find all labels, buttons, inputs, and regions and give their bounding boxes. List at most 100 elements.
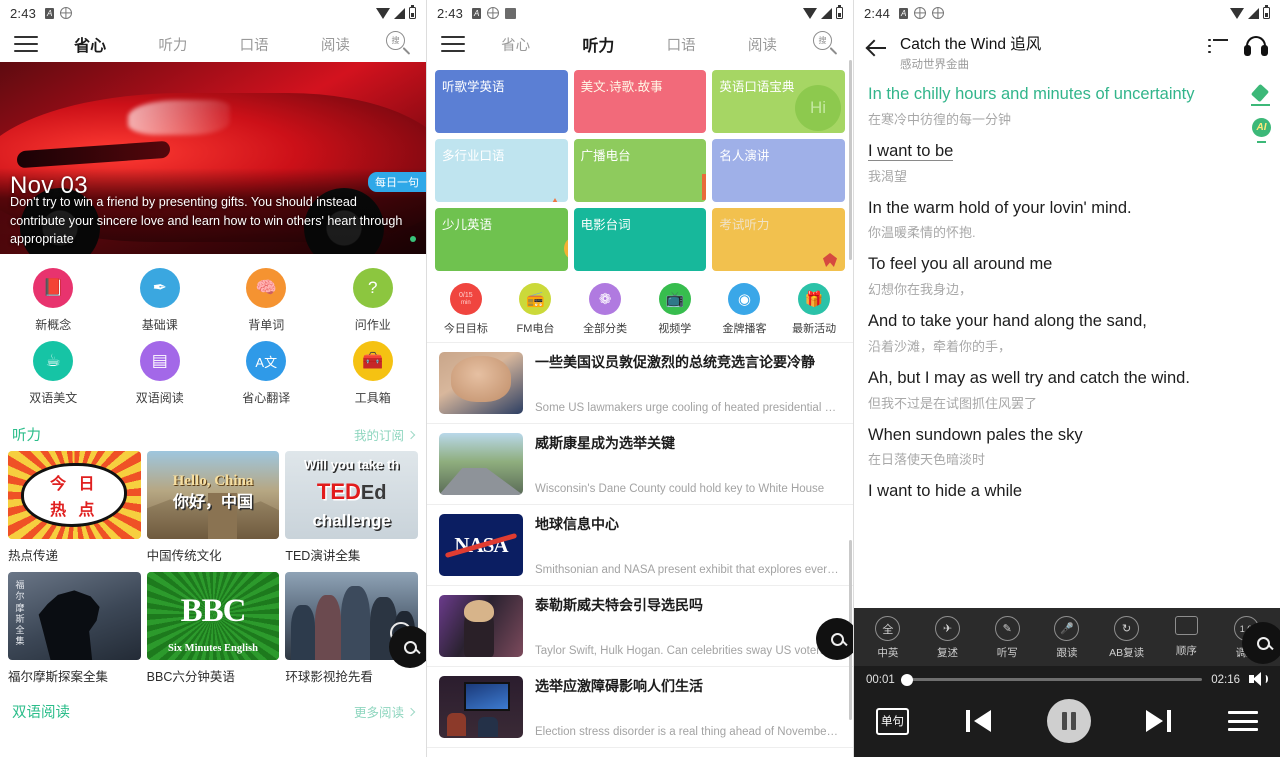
panel-lyrics-player: 2:44 Catch the Wind 追风 感动世界金曲 bbox=[854, 0, 1280, 757]
news-item[interactable]: 威斯康星成为选举关键 Wisconsin's Dane County could… bbox=[427, 424, 853, 505]
feature-bilingual-essay[interactable]: ☕ 双语美文 bbox=[0, 341, 107, 406]
status-right-icons bbox=[1230, 5, 1270, 19]
tool-dictation[interactable]: ✎ 听写 bbox=[979, 616, 1035, 660]
tile-learn-by-songs[interactable]: 听歌学英语 ♪ bbox=[435, 70, 568, 133]
news-item[interactable]: 选举应激障碍影响人们生活 Election stress disorder is… bbox=[427, 667, 853, 748]
card-chinese-culture[interactable]: Hello, China 你好，中国 中国传统文化 bbox=[146, 451, 280, 564]
feature-basic-course[interactable]: ✒ 基础课 bbox=[107, 268, 214, 333]
card-thumbnail: Hello, China 你好，中国 bbox=[146, 451, 280, 539]
tab-reading[interactable]: 阅读 bbox=[321, 34, 350, 55]
wifi-icon bbox=[803, 7, 817, 19]
daily-banner[interactable]: 每日一句 Nov 03 Don't try to win a friend by… bbox=[0, 62, 426, 254]
tile-industry-speaking[interactable]: 多行业口语 bbox=[435, 139, 568, 202]
lyric-line[interactable]: I want to be 我渴望 bbox=[868, 141, 1266, 185]
headphone-icon[interactable] bbox=[1244, 36, 1268, 56]
tab-listening[interactable]: 听力 bbox=[158, 34, 187, 55]
tile-essays-poems-stories[interactable]: 美文.诗歌.故事 bbox=[573, 70, 707, 133]
menu-icon[interactable] bbox=[1228, 711, 1258, 731]
quick-label: 全部分类 bbox=[583, 323, 628, 335]
quick-gold-podcast[interactable]: ◉ 金牌播客 bbox=[713, 283, 775, 336]
quick-latest-events[interactable]: 🎁 最新活动 bbox=[783, 283, 845, 336]
back-arrow-icon[interactable] bbox=[866, 37, 888, 59]
tab-speaking[interactable]: 口语 bbox=[667, 34, 696, 55]
order-icon bbox=[1174, 616, 1198, 635]
search-icon[interactable]: 搜 bbox=[386, 31, 412, 57]
news-thumbnail bbox=[439, 433, 523, 495]
status-time: 2:43 bbox=[437, 5, 464, 21]
next-button[interactable] bbox=[1144, 708, 1174, 734]
feature-ask-homework[interactable]: ? 问作业 bbox=[320, 268, 427, 333]
tab-shengxin[interactable]: 省心 bbox=[501, 34, 530, 55]
feature-new-concept[interactable]: 📕 新概念 bbox=[0, 268, 107, 333]
news-item[interactable]: 一些美国议员敦促激烈的总统竞选言论要冷静 Some US lawmakers u… bbox=[427, 343, 853, 424]
tv-icon: 📺 bbox=[658, 283, 691, 315]
lyric-line[interactable]: In the warm hold of your lovin' mind. 你温… bbox=[868, 198, 1266, 242]
header-actions bbox=[1208, 36, 1268, 56]
lyric-line[interactable]: To feel you all around me 幻想你在我身边， bbox=[868, 254, 1266, 298]
feature-translate[interactable]: A文 省心翻译 bbox=[213, 341, 320, 406]
prev-button[interactable] bbox=[963, 708, 993, 734]
tile-movie-lines[interactable]: 电影台词 bbox=[573, 208, 707, 271]
search-icon[interactable]: 搜 bbox=[813, 31, 839, 57]
search-fab[interactable] bbox=[389, 626, 426, 668]
tab-reading[interactable]: 阅读 bbox=[748, 34, 777, 55]
loop-mode-button[interactable]: 单句 bbox=[876, 707, 909, 735]
news-item[interactable]: NASA 地球信息中心 Smithsonian and NASA present… bbox=[427, 505, 853, 586]
tab-listening[interactable]: 听力 bbox=[582, 32, 614, 56]
progress-knob[interactable] bbox=[900, 673, 913, 686]
progress-slider[interactable] bbox=[900, 673, 1203, 686]
tab-speaking[interactable]: 口语 bbox=[240, 34, 269, 55]
goal-progress: 0/15 bbox=[459, 291, 473, 299]
lyric-line[interactable]: In the chilly hours and minutes of uncer… bbox=[868, 84, 1266, 128]
volume-icon[interactable] bbox=[1249, 672, 1268, 687]
tool-label: 中英 bbox=[877, 647, 899, 659]
tab-shengxin[interactable]: 省心 bbox=[74, 32, 106, 56]
lyric-line[interactable]: And to take your hand along the sand, 沿着… bbox=[868, 311, 1266, 355]
feature-toolbox[interactable]: 🧰 工具箱 bbox=[320, 341, 427, 406]
tool-retell[interactable]: ✈ 复述 bbox=[920, 616, 976, 660]
pause-button[interactable] bbox=[1046, 699, 1091, 743]
card-bbc[interactable]: BBC Six Minutes English BBC六分钟英语 bbox=[146, 572, 280, 685]
book-icon: 📕 bbox=[33, 268, 74, 308]
tile-spoken-english-guide[interactable]: 英语口语宝典 Hi bbox=[712, 70, 845, 133]
my-subscription-link[interactable]: 我的订阅 bbox=[354, 425, 416, 444]
tool-ab-repeat[interactable]: ↻ AB复读 bbox=[1099, 616, 1155, 660]
header-titles: Catch the Wind 追风 感动世界金曲 bbox=[900, 32, 1196, 72]
scrollbar-top[interactable] bbox=[849, 60, 852, 260]
lyric-line[interactable]: When sundown pales the sky 在日落使天色暗淡时 bbox=[868, 425, 1266, 469]
box-icon bbox=[505, 7, 517, 19]
lyric-line[interactable]: Ah, but I may as well try and catch the … bbox=[868, 368, 1266, 412]
tool-bilingual[interactable]: 全 中英 bbox=[860, 616, 916, 660]
news-title: 选举应激障碍影响人们生活 bbox=[535, 678, 703, 694]
news-thumbnail bbox=[439, 352, 523, 414]
ai-bulb-icon[interactable]: AI bbox=[1251, 118, 1272, 143]
playlist-icon[interactable] bbox=[1208, 38, 1228, 54]
tile-label: 听歌学英语 bbox=[442, 80, 505, 94]
card-ted-talks[interactable]: Will you take th TEDEd challenge TED演讲全集 bbox=[285, 451, 418, 564]
feature-label: 问作业 bbox=[354, 318, 391, 332]
quick-video-learn[interactable]: 📺 视频学 bbox=[644, 283, 706, 336]
feature-label: 工具箱 bbox=[354, 391, 391, 405]
quick-all-categories[interactable]: ❁ 全部分类 bbox=[574, 283, 636, 336]
tile-radio-station[interactable]: 广播电台 bbox=[573, 139, 707, 202]
hamburger-icon[interactable] bbox=[441, 36, 465, 52]
tile-kids-english[interactable]: 少儿英语 bbox=[435, 208, 568, 271]
tile-famous-speeches[interactable]: 名人演讲 bbox=[712, 139, 845, 202]
quick-daily-goal[interactable]: 0/15 min 今日目标 bbox=[435, 283, 497, 336]
pencil-icon[interactable] bbox=[1250, 83, 1270, 108]
search-fab[interactable] bbox=[1242, 622, 1280, 664]
feature-bilingual-reading[interactable]: ▤ 双语阅读 bbox=[107, 341, 214, 406]
card-hotspot[interactable]: 今 日 热 点 热点传递 bbox=[8, 451, 141, 564]
lyric-line[interactable]: I want to hide a while bbox=[868, 481, 1266, 503]
more-reading-link[interactable]: 更多阅读 bbox=[354, 702, 416, 721]
news-thumbnail bbox=[439, 676, 523, 738]
feature-memorize-words[interactable]: 🧠 背单词 bbox=[213, 268, 320, 333]
quick-fm-radio[interactable]: 📻 FM电台 bbox=[504, 283, 566, 336]
tile-exam-listening[interactable]: 考试听力 bbox=[712, 208, 845, 271]
tool-order[interactable]: 顺序 bbox=[1158, 616, 1214, 658]
news-item[interactable]: 泰勒斯威夫特会引导选民吗 Taylor Swift, Hulk Hogan. C… bbox=[427, 586, 853, 667]
tool-follow-read[interactable]: 🎤 跟读 bbox=[1039, 616, 1095, 660]
card-sherlock[interactable]: 福尔摩斯全集 福尔摩斯探案全集 bbox=[8, 572, 141, 685]
hamburger-icon[interactable] bbox=[14, 36, 38, 52]
search-fab[interactable] bbox=[816, 618, 853, 660]
